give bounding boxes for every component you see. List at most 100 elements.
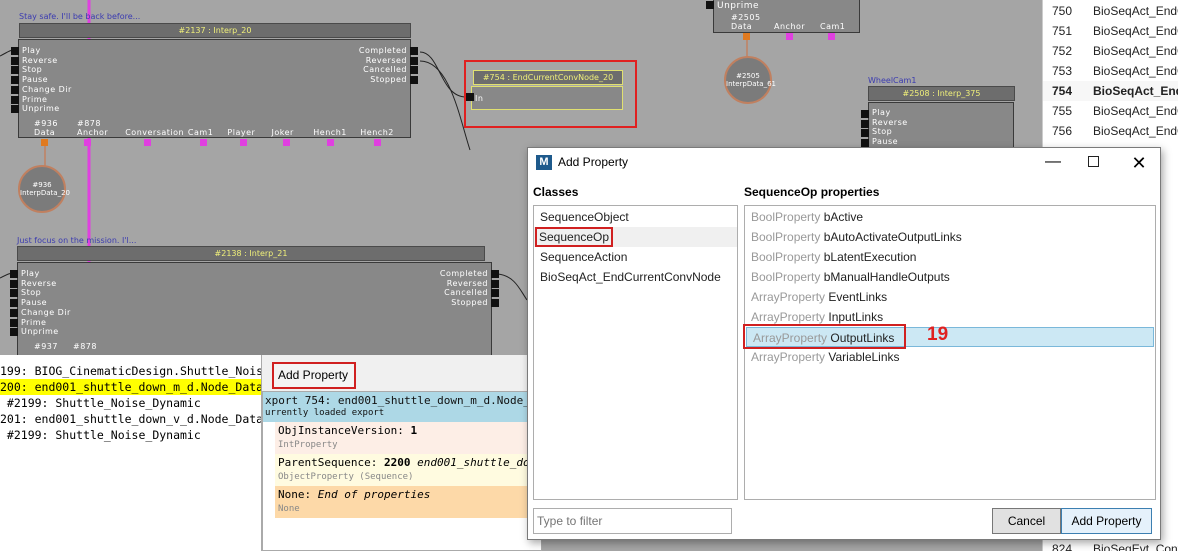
- row-index: 753: [1052, 64, 1073, 78]
- output-pin[interactable]: [410, 47, 418, 55]
- output-pin[interactable]: [491, 299, 499, 308]
- input-pin[interactable]: [861, 110, 869, 118]
- data-var-pin[interactable]: [743, 33, 750, 40]
- object-var-pin[interactable]: [144, 139, 151, 146]
- pin-label: Reversed: [446, 278, 488, 288]
- variable-id: #936: [32, 181, 52, 189]
- export-row[interactable]: 824 BioSeqEvt_ConvNode: [1043, 539, 1178, 551]
- output-pin[interactable]: [410, 56, 418, 65]
- object-var-pin[interactable]: [283, 139, 290, 146]
- object-var-pin[interactable]: [84, 139, 91, 146]
- property-option[interactable]: BoolProperty bAutoActivateOutputLinks: [745, 227, 1155, 247]
- input-pin[interactable]: [11, 76, 19, 85]
- input-pin[interactable]: [10, 328, 18, 337]
- minimize-button[interactable]: —: [1040, 148, 1066, 178]
- classes-label: Classes: [533, 185, 579, 199]
- class-item[interactable]: BioSeqAct_EndCurrentConvNode: [534, 267, 737, 287]
- input-pin[interactable]: [11, 95, 19, 104]
- interp-375-header[interactable]: #2508 : Interp_375: [868, 86, 1015, 101]
- property-name: bActive: [823, 210, 864, 224]
- pin-label: Play: [22, 46, 41, 55]
- row-name: BioSeqAct_EndCurrentConvNode: [1093, 44, 1178, 58]
- object-var-pin[interactable]: [327, 139, 334, 146]
- input-pin[interactable]: [706, 1, 714, 9]
- output-pin[interactable]: [410, 66, 418, 75]
- interp-20-header[interactable]: #2137 : Interp_20: [19, 23, 411, 38]
- tree-view[interactable]: 199: BIOG_CinematicDesign.Shuttle_Noise_…: [0, 355, 262, 551]
- class-item[interactable]: SequenceAction: [534, 247, 737, 267]
- interp-node-top[interactable]: Unprime #2505 Data Anchor Cam1: [713, 0, 860, 33]
- export-row[interactable]: 751 BioSeqAct_EndCurrentConvNode: [1043, 21, 1178, 41]
- property-option[interactable]: BoolProperty bLatentExecution: [745, 247, 1155, 267]
- input-pin[interactable]: [10, 308, 18, 317]
- output-pin[interactable]: [491, 279, 499, 288]
- pin-label: Change Dir: [21, 307, 71, 317]
- tree-item[interactable]: 199: BIOG_CinematicDesign.Shuttle_Noise_: [0, 363, 261, 379]
- data-var-pin[interactable]: [41, 139, 48, 146]
- close-button[interactable]: ✕: [1126, 148, 1152, 178]
- end-conv-node[interactable]: In: [471, 86, 623, 110]
- property-item[interactable]: ObjInstanceVersion: 1 IntProperty: [275, 422, 541, 454]
- class-item[interactable]: SequenceOp: [534, 227, 737, 247]
- interp-21-node[interactable]: Play Reverse Stop Pause Change Dir Prime Unpri…: [10, 262, 499, 355]
- property-type: BoolProperty: [751, 270, 821, 284]
- add-property-tab[interactable]: Add Property: [272, 362, 356, 389]
- property-option[interactable]: BoolProperty bActive: [745, 207, 1155, 227]
- export-subtitle: urrently loaded export: [265, 408, 385, 418]
- property-option[interactable]: ArrayProperty EventLinks: [745, 287, 1155, 307]
- property-option[interactable]: BoolProperty bManualHandleOutputs: [745, 267, 1155, 287]
- export-row[interactable]: 750 BioSeqAct_EndCurrentConvNode: [1043, 1, 1178, 21]
- input-pin[interactable]: [11, 66, 19, 75]
- input-pin[interactable]: [11, 56, 19, 65]
- export-row[interactable]: 756 BioSeqAct_EndCurrentConvNode: [1043, 121, 1178, 141]
- input-pin[interactable]: [10, 289, 18, 298]
- export-row[interactable]: 755 BioSeqAct_EndCurrentConvNode: [1043, 101, 1178, 121]
- input-pin[interactable]: [11, 85, 19, 94]
- tree-item[interactable]: 201: end001_shuttle_down_v_d.Node_Data_S: [0, 411, 261, 427]
- export-row[interactable]: 754 BioSeqAct_EndCurrentConvNode: [1043, 81, 1178, 101]
- input-pin[interactable]: [10, 279, 18, 288]
- pin-label: Unprime: [21, 327, 59, 337]
- tree-item[interactable]: #2199: Shuttle_Noise_Dynamic: [0, 427, 261, 443]
- property-tree[interactable]: xport 754: end001_shuttle_down_m_d.Node_…: [262, 391, 542, 551]
- input-pin[interactable]: [861, 129, 869, 138]
- object-var-pin[interactable]: [828, 33, 835, 40]
- classes-list[interactable]: SequenceObject SequenceOp SequenceAction Bi…: [533, 205, 738, 500]
- input-pin[interactable]: [10, 299, 18, 308]
- properties-list[interactable]: BoolProperty bActive BoolProperty bAutoAc…: [744, 205, 1156, 500]
- end-conv-node-header[interactable]: #754 : EndCurrentConvNode_20: [473, 70, 623, 85]
- object-var-pin[interactable]: [200, 139, 207, 146]
- interpdata-61-variable[interactable]: #2505 InterpData_61: [724, 56, 776, 104]
- input-pin[interactable]: [11, 47, 19, 55]
- row-name: BioSeqAct_EndCurrentConvNode: [1093, 104, 1178, 118]
- input-pin[interactable]: [861, 139, 869, 148]
- export-row[interactable]: 752 BioSeqAct_EndCurrentConvNode: [1043, 41, 1178, 61]
- tree-item[interactable]: #2199: Shuttle_Noise_Dynamic: [0, 395, 261, 411]
- input-pin[interactable]: [10, 318, 18, 327]
- output-pin[interactable]: [410, 76, 418, 85]
- interp-21-header[interactable]: #2138 : Interp_21: [17, 246, 485, 261]
- input-pin[interactable]: [466, 93, 474, 101]
- input-pin[interactable]: [11, 105, 19, 114]
- class-item[interactable]: SequenceObject: [534, 207, 737, 227]
- property-item[interactable]: None: End of properties None: [275, 486, 541, 518]
- property-item[interactable]: ParentSequence: 2200 end001_shuttle_do Ob…: [275, 454, 541, 486]
- pin-label: Prime: [21, 317, 47, 327]
- input-pin[interactable]: [10, 270, 18, 278]
- output-pin[interactable]: [491, 289, 499, 298]
- cancel-button[interactable]: Cancel: [992, 508, 1061, 534]
- row-name: BioSeqEvt_ConvNode: [1093, 542, 1178, 551]
- input-pin[interactable]: [861, 119, 869, 128]
- tree-item[interactable]: 200: end001_shuttle_down_m_d.Node_Data_S: [0, 379, 261, 395]
- interpdata-20-variable[interactable]: #936 InterpData_20: [18, 165, 70, 213]
- add-property-button[interactable]: Add Property: [1061, 508, 1152, 534]
- property-option[interactable]: ArrayProperty VariableLinks: [745, 347, 1155, 367]
- object-var-pin[interactable]: [240, 139, 247, 146]
- export-row[interactable]: 753 BioSeqAct_EndCurrentConvNode: [1043, 61, 1178, 81]
- property-name: ParentSequence:: [278, 456, 384, 469]
- output-pin[interactable]: [491, 270, 499, 278]
- object-var-pin[interactable]: [786, 33, 793, 40]
- filter-input[interactable]: [533, 508, 732, 534]
- object-var-pin[interactable]: [374, 139, 381, 146]
- maximize-button[interactable]: [1080, 148, 1106, 178]
